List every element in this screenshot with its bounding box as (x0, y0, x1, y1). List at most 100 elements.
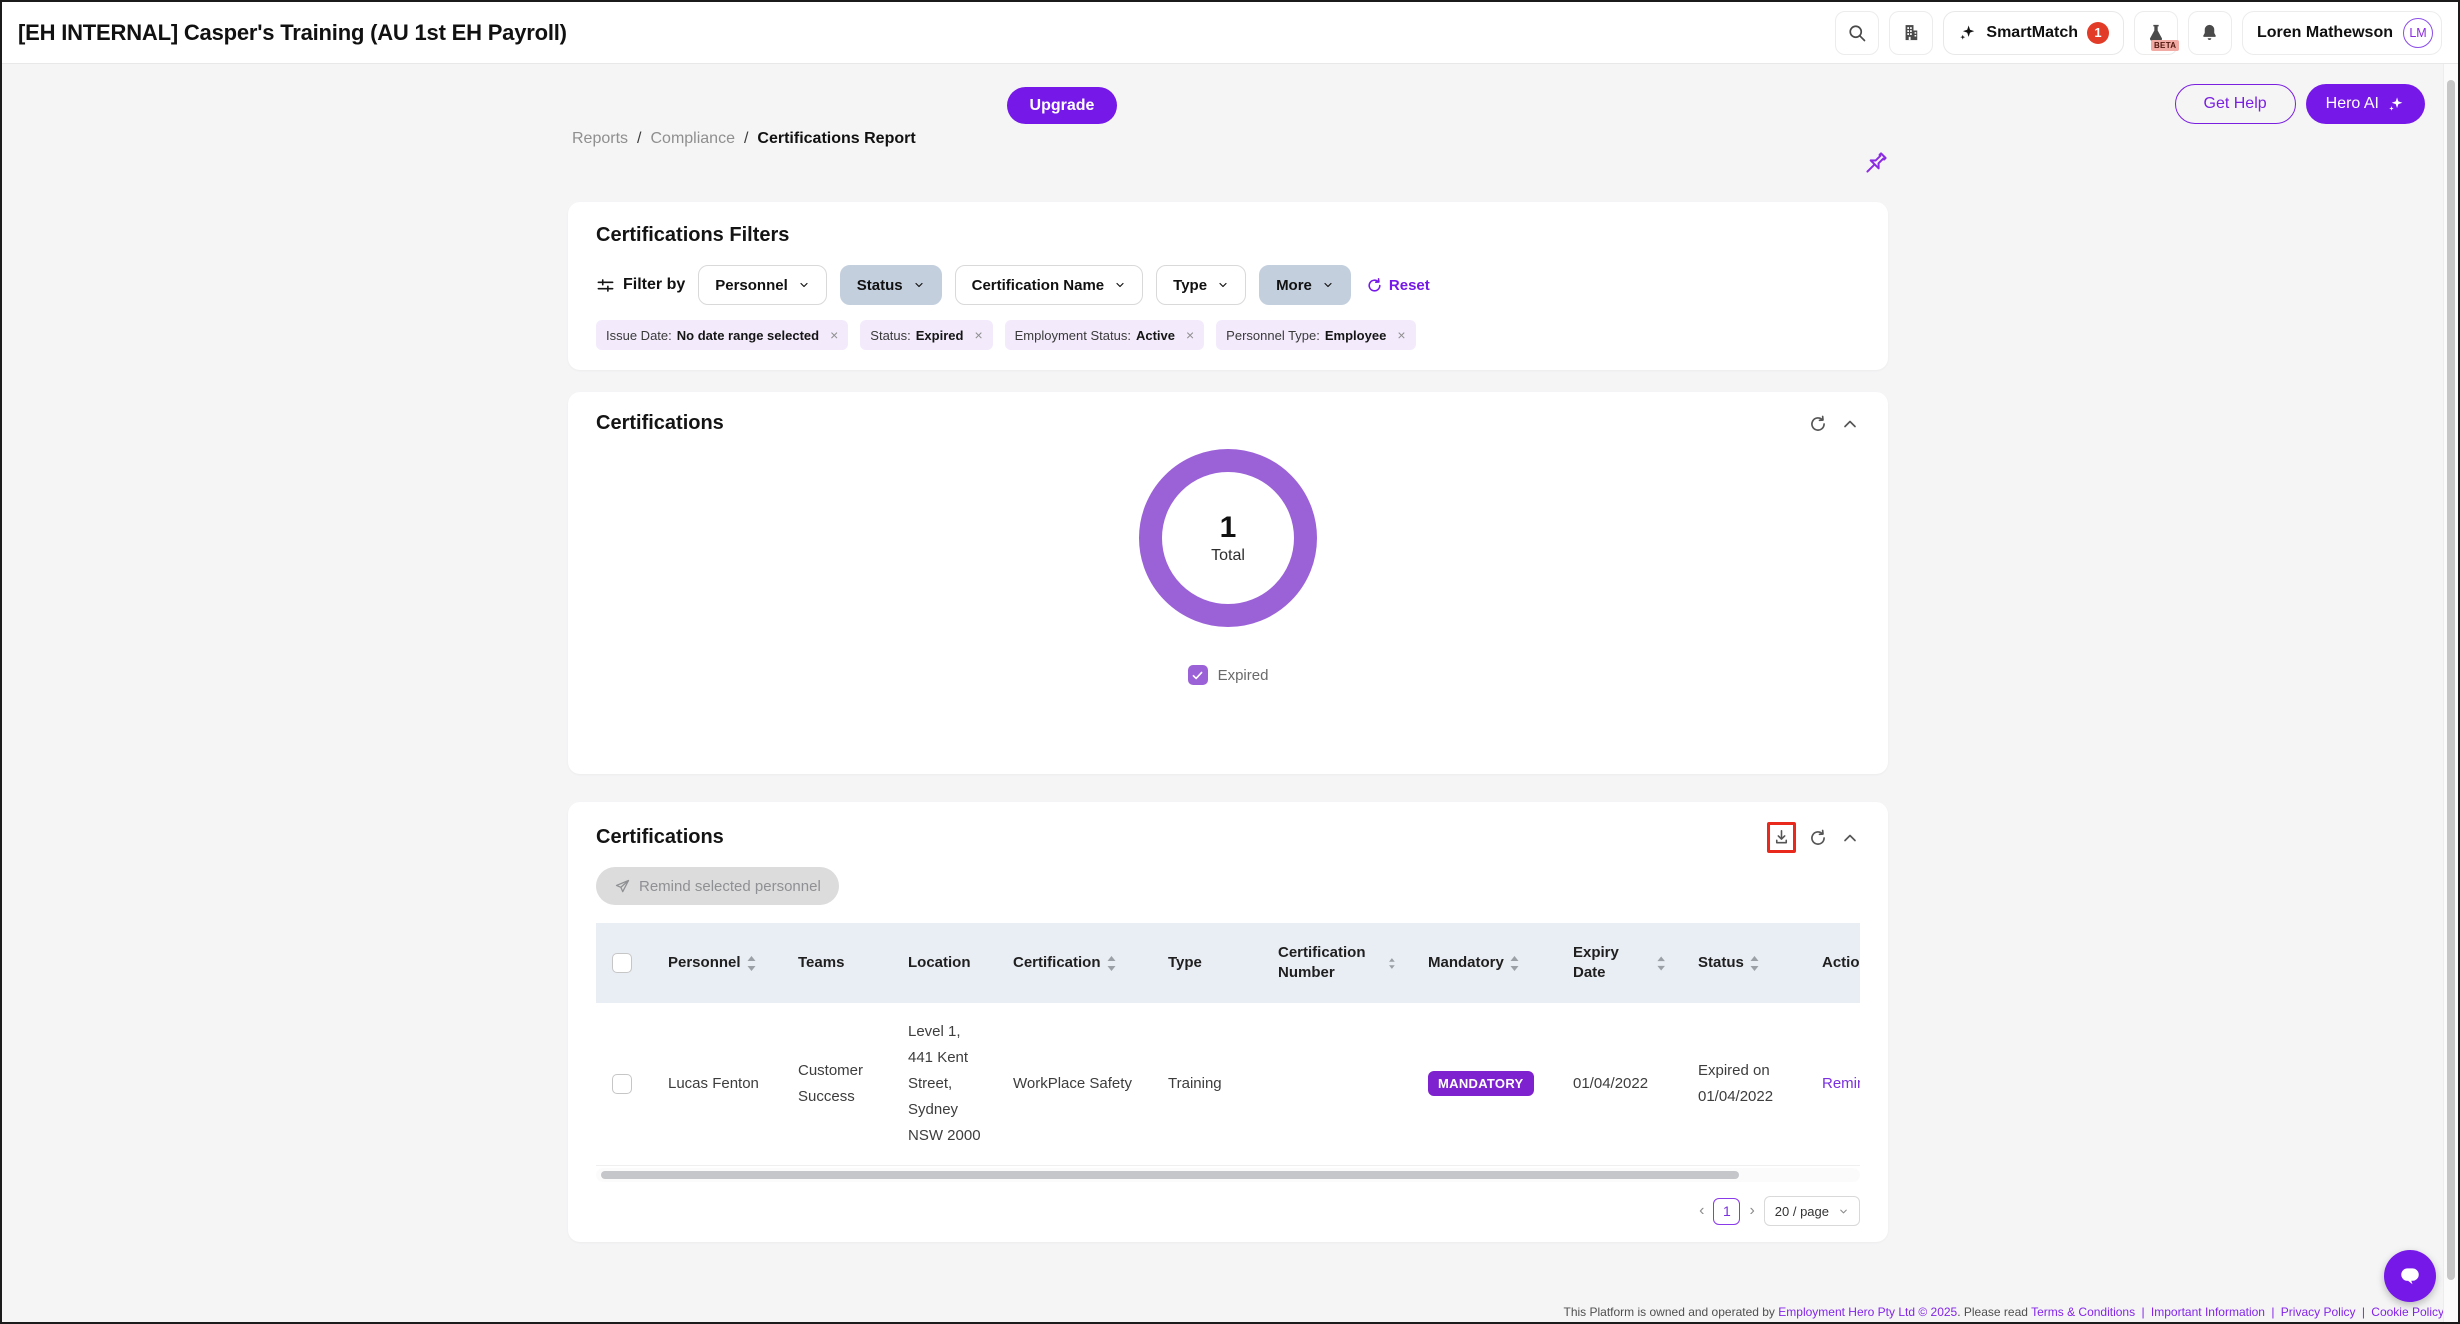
chip-value: Employee (1325, 328, 1386, 343)
sort-icon (1509, 955, 1520, 972)
smartmatch-button[interactable]: SmartMatch 1 (1943, 11, 2124, 55)
filter-type-button[interactable]: Type (1156, 265, 1246, 305)
search-button[interactable] (1835, 11, 1879, 55)
collapse-table-button[interactable] (1840, 828, 1860, 848)
sort-icon (1656, 955, 1666, 972)
chevron-down-icon (1217, 279, 1229, 291)
remind-selected-personnel-button[interactable]: Remind selected personnel (596, 867, 839, 905)
close-icon[interactable]: × (830, 328, 838, 342)
pin-page-button[interactable] (1860, 149, 1890, 182)
chip-value: No date range selected (677, 328, 819, 343)
get-help-button[interactable]: Get Help (2175, 84, 2296, 124)
collapse-chart-button[interactable] (1840, 414, 1860, 434)
app-title: [EH INTERNAL] Casper's Training (AU 1st … (18, 20, 567, 46)
column-header-certification[interactable]: Certification (997, 923, 1152, 1003)
cell-actions: Remind (1812, 1003, 1860, 1166)
pushpin-icon (1860, 149, 1890, 179)
page-size-select[interactable]: 20 / page (1764, 1196, 1860, 1226)
expired-legend-checkbox[interactable] (1188, 665, 1208, 685)
organisation-button[interactable] (1889, 11, 1933, 55)
cell-location: Level 1, 441 Kent Street, Sydney NSW 200… (892, 1003, 997, 1166)
avatar: LM (2403, 18, 2433, 48)
footer-cookie-link[interactable]: Cookie Policy (2371, 1305, 2444, 1319)
cell-teams: Customer Success (782, 1003, 892, 1166)
refresh-table-button[interactable] (1808, 828, 1828, 848)
breadcrumb-reports[interactable]: Reports (572, 130, 628, 148)
remind-button-label: Remind selected personnel (639, 878, 821, 895)
certifications-chart-card: Certifications 1 Total (568, 392, 1888, 774)
column-header-certification-number[interactable]: Certification Number (1262, 923, 1412, 1003)
user-menu[interactable]: Loren Mathewson LM (2242, 11, 2442, 55)
sparkle-icon (1958, 23, 1977, 42)
download-report-button[interactable] (1772, 828, 1791, 847)
breadcrumb-separator: / (744, 130, 748, 148)
filter-status-label: Status (857, 277, 903, 294)
sort-icon (1388, 955, 1396, 972)
column-label: Location (908, 953, 971, 973)
row-select-cell (596, 1003, 652, 1166)
breadcrumb-current-page: Certifications Report (757, 130, 915, 148)
remind-link[interactable]: Remind (1822, 1075, 1860, 1092)
select-all-checkbox[interactable] (612, 953, 632, 973)
footer-company-link[interactable]: Employment Hero Pty Ltd © 2025 (1778, 1305, 1957, 1319)
upgrade-button[interactable]: Upgrade (1007, 87, 1117, 124)
donut-chart: 1 Total (1139, 449, 1317, 627)
vertical-scrollbar[interactable] (2443, 64, 2458, 1322)
table-row: Lucas Fenton Customer Success Level 1, 4… (596, 1003, 1860, 1166)
breadcrumb-compliance[interactable]: Compliance (650, 130, 734, 148)
footer-separator: | (2271, 1305, 2274, 1319)
chevron-down-icon (798, 279, 810, 291)
building-icon (1901, 23, 1921, 43)
chart-card-header: Certifications (596, 412, 1860, 435)
filter-certification-name-button[interactable]: Certification Name (955, 265, 1144, 305)
bell-icon (2200, 23, 2219, 42)
next-page-button[interactable]: › (1749, 1203, 1754, 1219)
footer-terms-link[interactable]: Terms & Conditions (2031, 1305, 2135, 1319)
close-icon[interactable]: × (974, 328, 982, 342)
footer: This Platform is owned and operated by E… (1563, 1305, 2444, 1319)
vertical-scrollbar-thumb[interactable] (2447, 80, 2455, 1280)
labs-beta-button[interactable]: BETA (2134, 11, 2178, 55)
table-header-row: Personnel Teams Location Certification T… (596, 923, 1860, 1003)
close-icon[interactable]: × (1397, 328, 1405, 342)
horizontal-scrollbar-thumb[interactable] (601, 1171, 1739, 1179)
footer-important-info-link[interactable]: Important Information (2151, 1305, 2265, 1319)
refresh-chart-button[interactable] (1808, 414, 1828, 434)
column-label: Certification (1013, 953, 1101, 973)
refresh-icon (1808, 414, 1828, 434)
page-size-value: 20 / page (1775, 1204, 1829, 1219)
horizontal-scrollbar[interactable] (596, 1168, 1860, 1182)
column-header-location: Location (892, 923, 997, 1003)
row-checkbox[interactable] (612, 1074, 632, 1094)
column-label: Expiry Date (1573, 943, 1651, 983)
hero-ai-button[interactable]: Hero AI (2306, 84, 2425, 124)
cell-certification-number (1262, 1003, 1412, 1166)
chevron-down-icon (1838, 1206, 1849, 1217)
chart-legend: Expired (1188, 665, 1269, 685)
topbar: [EH INTERNAL] Casper's Training (AU 1st … (2, 2, 2458, 64)
column-header-expiry-date[interactable]: Expiry Date (1557, 923, 1682, 1003)
chat-widget-button[interactable] (2384, 1250, 2436, 1302)
filter-status-button[interactable]: Status (840, 265, 942, 305)
previous-page-button[interactable]: ‹ (1699, 1203, 1704, 1219)
page-number-button[interactable]: 1 (1713, 1198, 1740, 1225)
column-header-personnel[interactable]: Personnel (652, 923, 782, 1003)
filters-title: Certifications Filters (596, 224, 1860, 247)
notifications-button[interactable] (2188, 11, 2232, 55)
footer-text: . Please read (1957, 1305, 2028, 1319)
column-label: Mandatory (1428, 953, 1504, 973)
filter-personnel-button[interactable]: Personnel (698, 265, 827, 305)
user-name: Loren Mathewson (2257, 24, 2393, 42)
breadcrumb-separator: / (637, 130, 641, 148)
reset-filters-button[interactable]: Reset (1366, 277, 1430, 294)
column-header-status[interactable]: Status (1682, 923, 1812, 1003)
column-header-mandatory[interactable]: Mandatory (1412, 923, 1557, 1003)
filter-more-button[interactable]: More (1259, 265, 1351, 305)
beta-badge: BETA (2151, 40, 2179, 51)
reset-icon (1366, 277, 1383, 294)
close-icon[interactable]: × (1186, 328, 1194, 342)
footer-privacy-link[interactable]: Privacy Policy (2281, 1305, 2356, 1319)
search-icon (1847, 23, 1867, 43)
certifications-filters-card: Certifications Filters Filter by Personn… (568, 202, 1888, 370)
select-all-cell (596, 923, 652, 1003)
